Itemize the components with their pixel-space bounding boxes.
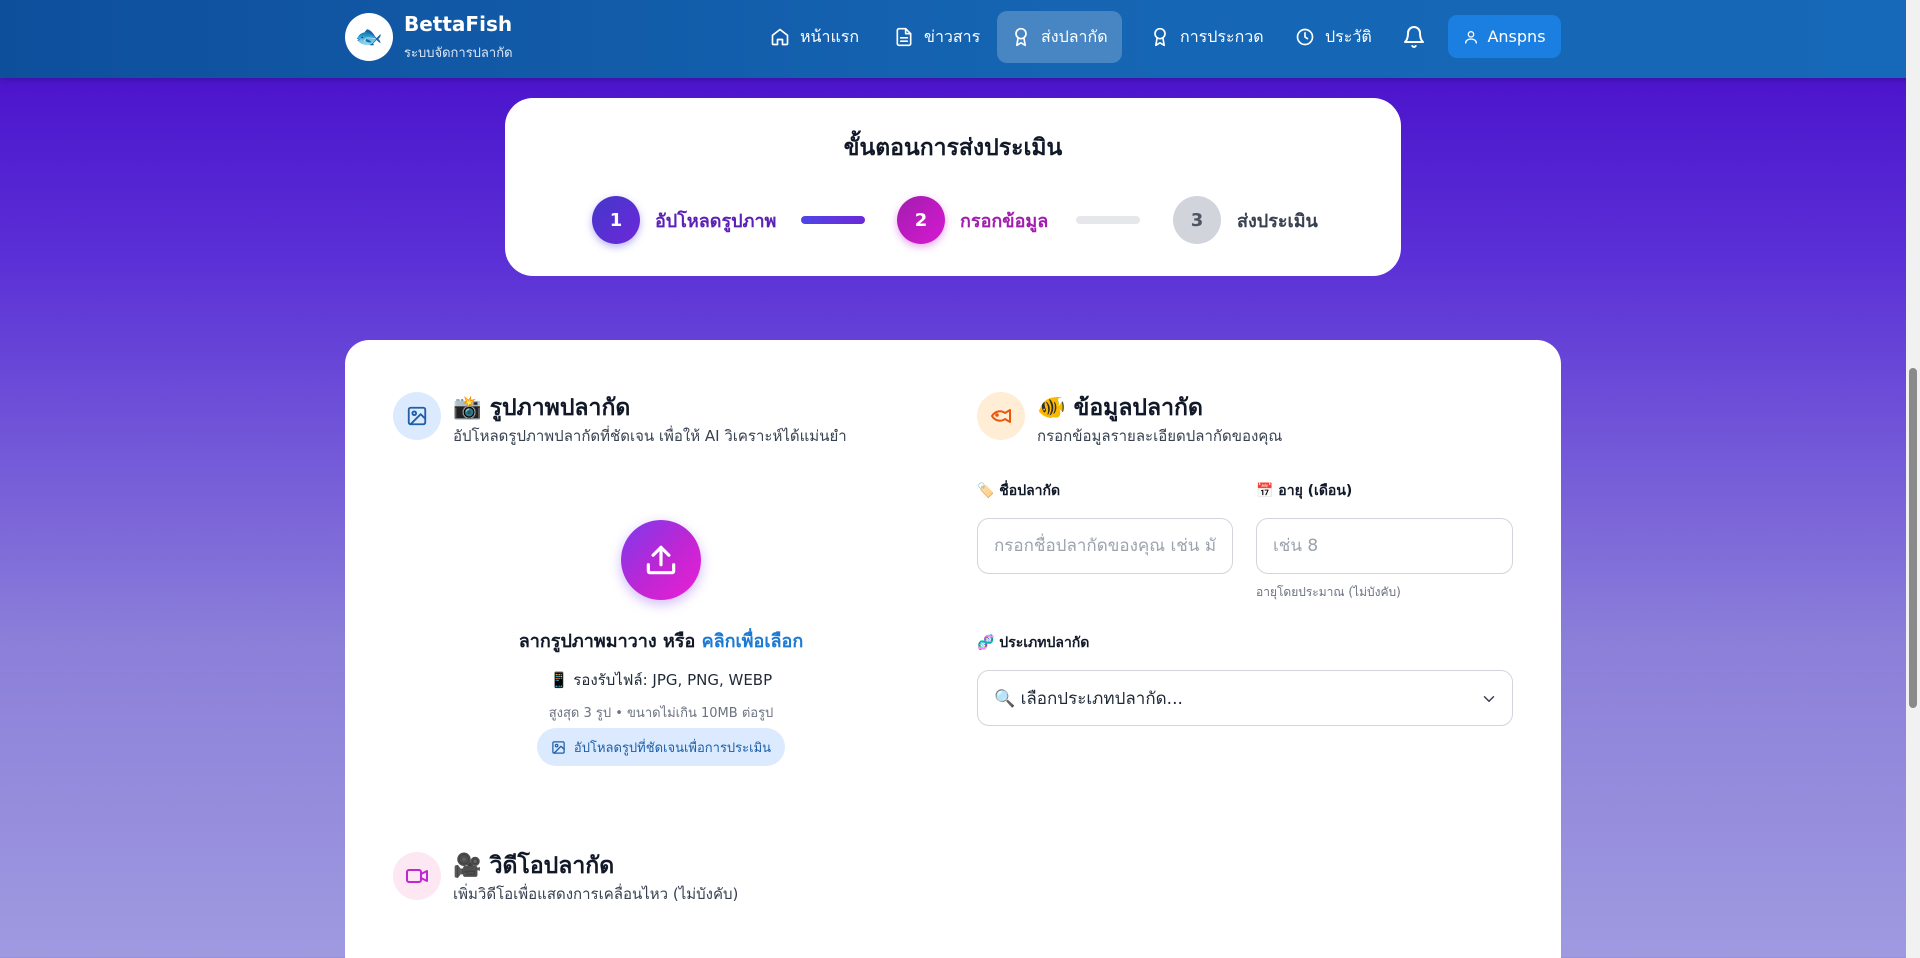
top-navbar: 🐟 BettaFish ระบบจัดการปลากัด หน้าแรก ข่า… [0,0,1920,78]
upload-tip-text: อัปโหลดรูปที่ชัดเจนเพื่อการประเมิน [573,740,772,756]
user-name: Anspns [1487,27,1546,46]
image-section-title: 📸 รูปภาพปลากัด [453,395,631,421]
step-number: 1 [609,209,623,231]
steps-title: ขั้นตอนการส่งประเมิน [843,135,1063,161]
nav-item-label: หน้าแรก [800,26,860,46]
steps-card: ขั้นตอนการส่งประเมิน 1 อัปโหลดรูปภาพ 2 ก… [505,98,1401,276]
step-1-label: อัปโหลดรูปภาพ [655,211,777,232]
fish-age-input[interactable] [1256,518,1513,574]
nav-item-home[interactable]: หน้าแรก [756,11,873,63]
video-section-subtitle: เพิ่มวิดีโอเพื่อแสดงการเคลื่อนไหว (ไม่บั… [453,885,739,903]
award-icon [1015,27,1027,47]
step-connector-1 [801,216,865,224]
step-number: 2 [914,209,928,231]
fish-type-label: 🧬 ประเภทปลากัด [977,635,1090,651]
step-1-circle: 1 [592,196,640,244]
bell-icon[interactable] [1402,25,1426,49]
upload-limit: สูงสุด 3 รูป • ขนาดไม่เกิน 10MB ต่อรูป [548,706,774,721]
award-icon [1154,27,1166,47]
video-icon [406,869,428,883]
info-section-title: 🐠 ข้อมูลปลากัด [1037,395,1203,421]
fish-icon [991,409,1011,423]
step-2-label: กรอกข้อมูล [960,211,1049,232]
fish-name-label: 🏷️ ชื่อปลากัด [977,483,1061,499]
upload-formats: 📱 รองรับไฟล์: JPG, PNG, WEBP [549,671,773,689]
image-section-subtitle: อัปโหลดรูปภาพปลากัดที่ชัดเจน เพื่อให้ AI… [453,427,847,445]
video-section-title: 🎥 วิดีโอปลากัด [453,853,615,879]
image-icon [407,406,427,426]
user-account-button[interactable]: Anspns [1448,15,1561,58]
fish-type-select[interactable]: 🔍 เลือกประเภทปลากัด... [977,670,1513,726]
nav-item-contest[interactable]: การประกวด [1136,11,1278,63]
upload-drop-text: ลากรูปภาพมาวาง หรือ [518,631,702,652]
chevron-down-icon [1483,696,1495,702]
fish-age-label: 📅 อายุ (เดือน) [1256,483,1353,499]
step-number: 3 [1190,209,1204,231]
document-icon [896,27,912,47]
upload-icon [646,545,676,575]
upload-dropzone-button[interactable] [621,520,701,600]
upload-tip-badge: อัปโหลดรูปที่ชัดเจนเพื่อการประเมิน [537,728,785,766]
submission-form-card: 📸 รูปภาพปลากัด อัปโหลดรูปภาพปลากัดที่ชัด… [345,340,1561,958]
image-section-icon [393,392,441,440]
nav-item-label: ส่งปลากัด [1041,26,1108,46]
info-section-subtitle: กรอกข้อมูลรายละเอียดปลากัดของคุณ [1037,427,1283,445]
fish-icon: 🐟 [355,24,383,50]
fish-age-hint: อายุโดยประมาณ (ไม่บังคับ) [1256,585,1401,599]
nav-item-news[interactable]: ข่าวสาร [880,11,994,63]
fish-type-selected: 🔍 เลือกประเภทปลากัด... [994,688,1183,709]
nav-item-label: ข่าวสาร [924,26,981,46]
fish-name-input[interactable] [977,518,1233,574]
page-scrollbar-thumb[interactable] [1909,368,1917,708]
nav-item-submit-fish[interactable]: ส่งปลากัด [997,11,1122,63]
step-2-circle: 2 [897,196,945,244]
nav-item-history[interactable]: ประวัติ [1281,11,1386,63]
step-3-circle: 3 [1173,196,1221,244]
step-connector-2 [1076,216,1140,224]
brand-logo[interactable]: 🐟 [345,13,393,61]
brand-name[interactable]: BettaFish [404,12,512,36]
image-icon [552,740,565,754]
video-section-icon [393,852,441,900]
brand-subtitle: ระบบจัดการปลากัด [404,46,513,61]
upload-select-link[interactable]: คลิกเพื่อเลือก [702,631,804,652]
upload-instruction: ลากรูปภาพมาวาง หรือ คลิกเพื่อเลือก [345,626,977,655]
info-section-icon [977,392,1025,440]
step-3-label: ส่งประเมิน [1237,211,1318,232]
nav-item-label: ประวัติ [1325,26,1372,46]
clock-icon [1296,28,1314,46]
user-icon [1465,30,1478,44]
nav-item-label: การประกวด [1180,26,1264,46]
home-icon [771,28,789,46]
